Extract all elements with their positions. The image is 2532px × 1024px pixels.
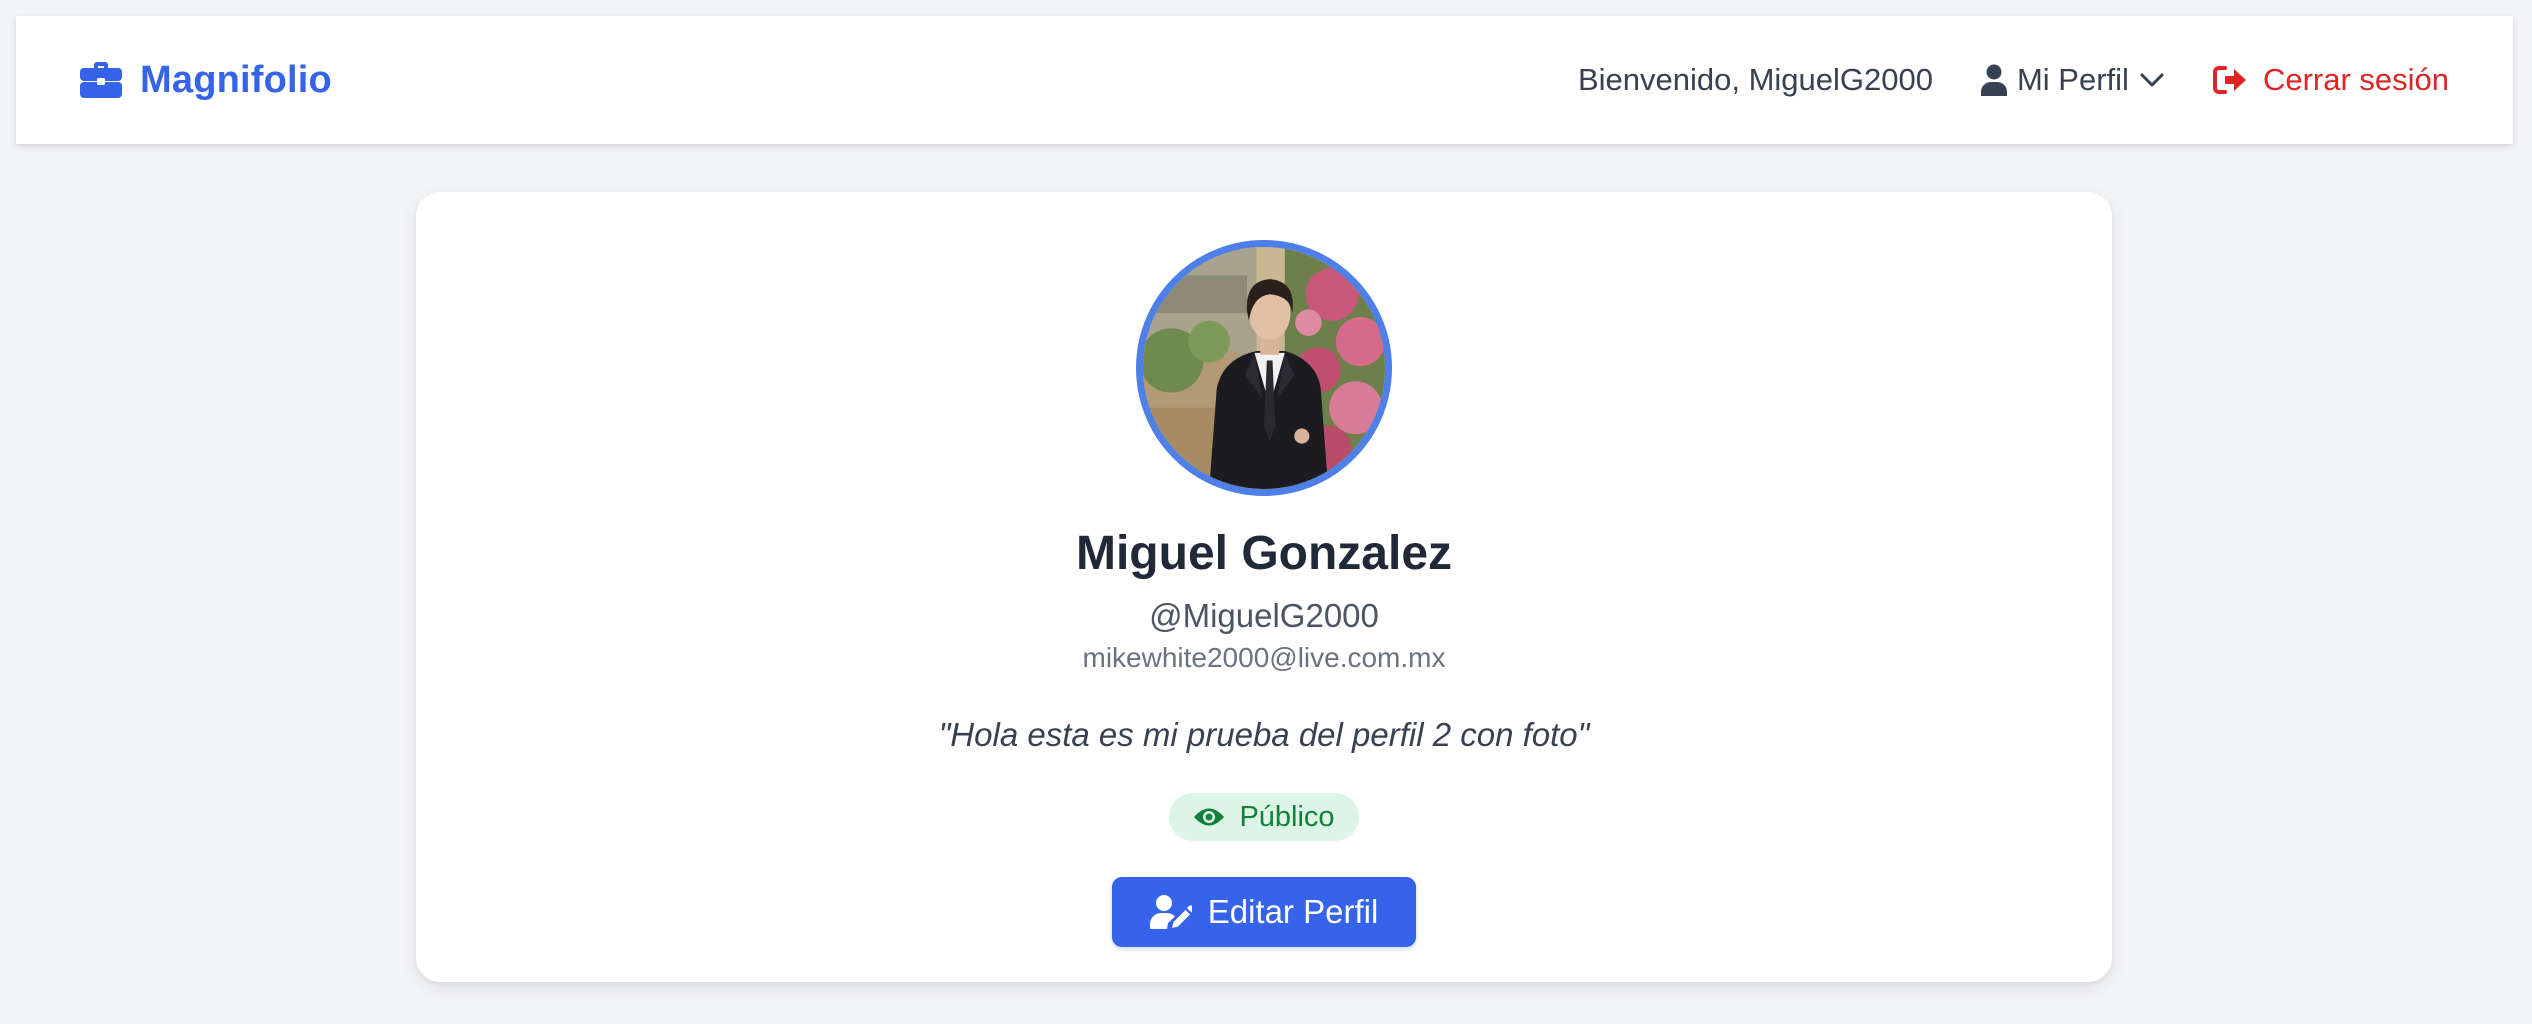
edit-profile-label: Editar Perfil [1207, 893, 1379, 930]
profile-full-name: Miguel Gonzalez [1075, 527, 1453, 580]
profile-email: mikewhite2000@live.com.mx [1082, 642, 1446, 673]
top-navbar: Magnifolio Bienvenido, MiguelG2000 Mi Pe… [16, 16, 2513, 144]
chevron-down-icon [2139, 71, 2165, 89]
visibility-badge: Público [1169, 793, 1359, 841]
briefcase-icon [80, 62, 122, 98]
profile-menu-label: Mi Perfil [2016, 62, 2129, 97]
navbar-actions: Bienvenido, MiguelG2000 Mi Perfil Cerrar… [1578, 16, 2449, 144]
user-icon [1980, 64, 2007, 96]
brand-name: Magnifolio [140, 58, 332, 101]
profile-photo [1143, 247, 1385, 489]
profile-bio: "Hola esta es mi prueba del perfil 2 con… [938, 716, 1590, 753]
eye-icon [1193, 806, 1225, 828]
logout-button[interactable]: Cerrar sesión [2212, 62, 2449, 98]
visibility-label: Público [1239, 800, 1335, 833]
avatar [1136, 240, 1392, 496]
profile-card: Miguel Gonzalez @MiguelG2000 mikewhite20… [416, 192, 2112, 982]
welcome-text: Bienvenido, MiguelG2000 [1577, 62, 1933, 97]
sign-out-icon [2212, 65, 2247, 95]
user-pen-icon [1149, 895, 1192, 929]
logout-label: Cerrar sesión [2262, 62, 2449, 97]
profile-username: @MiguelG2000 [1149, 597, 1379, 634]
profile-menu-dropdown[interactable]: Mi Perfil [1980, 62, 2165, 98]
brand-logo-link[interactable]: Magnifolio [80, 59, 332, 102]
edit-profile-button[interactable]: Editar Perfil [1112, 877, 1416, 947]
